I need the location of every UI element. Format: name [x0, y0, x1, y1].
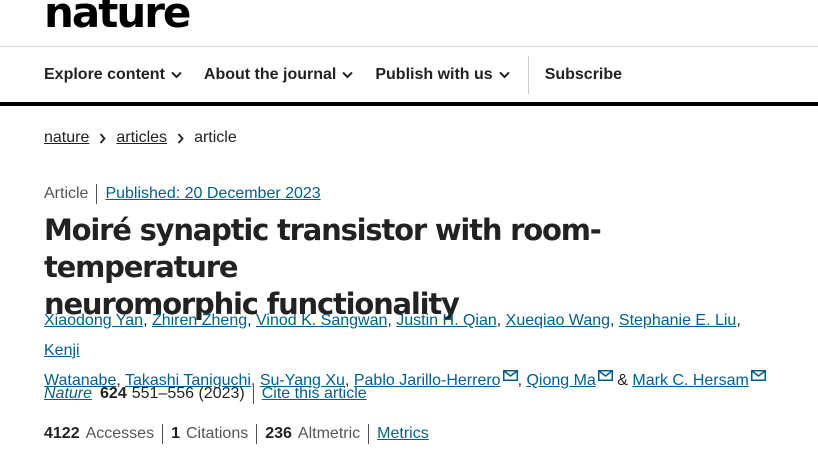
breadcrumb: nature articles article [44, 129, 237, 147]
altmetric-label: Altmetric [297, 425, 361, 442]
cite-this-article-link[interactable]: Cite this article [262, 385, 367, 403]
author-link[interactable]: Justin H. Qian [396, 312, 496, 329]
metrics-link[interactable]: Metrics [377, 425, 429, 443]
author-link[interactable]: Stephanie E. Liu [619, 312, 736, 329]
pages-year: 551–556 (2023) [131, 385, 245, 402]
chevron-down-icon [342, 71, 354, 79]
author-link[interactable]: Kenji [44, 342, 80, 359]
envelope-icon[interactable] [750, 370, 766, 381]
ampersand: & [617, 372, 628, 389]
nav-publish-with-us[interactable]: Publish with us [375, 66, 510, 84]
nav-explore-content[interactable]: Explore content [44, 66, 182, 84]
header-divider [0, 46, 818, 47]
meta-divider [252, 384, 254, 404]
nav-about-journal[interactable]: About the journal [203, 66, 354, 84]
citations-label: Citations [185, 425, 249, 442]
citation-line: Nature 624 551–556 (2023) Cite this arti… [44, 384, 367, 404]
article-type: Article [44, 185, 89, 202]
chevron-right-icon [177, 132, 184, 144]
author-link[interactable]: Vinod K. Sangwan [256, 312, 387, 329]
accesses-count: 4122 [44, 425, 80, 442]
envelope-icon[interactable] [597, 370, 613, 381]
meta-divider [96, 184, 98, 204]
metrics-divider [256, 424, 258, 444]
nav-label: About the journal [203, 66, 337, 83]
article-metrics: 4122 Accesses 1 Citations 236 Altmetric … [44, 424, 429, 444]
title-line-1: Moiré synaptic transistor with room-temp… [44, 213, 602, 284]
citations-count: 1 [171, 425, 180, 442]
subscribe-link[interactable]: Subscribe [545, 66, 622, 84]
journal-link[interactable]: Nature [44, 385, 92, 403]
article-meta: Article Published: 20 December 2023 [44, 184, 321, 204]
author-link[interactable]: Mark C. Hersam [632, 372, 748, 389]
chevron-down-icon [171, 71, 182, 79]
altmetric-count: 236 [265, 425, 292, 442]
author-link[interactable]: Zhiren Zheng [152, 312, 247, 329]
author-link[interactable]: Pablo Jarillo-Herrero [354, 372, 501, 389]
nav-label: Explore content [44, 66, 165, 83]
metrics-divider [162, 424, 164, 444]
breadcrumb-nature[interactable]: nature [44, 129, 89, 147]
accesses-label: Accesses [85, 425, 155, 442]
nature-logo[interactable]: nature [44, 0, 191, 34]
metrics-divider [368, 424, 370, 444]
author-link[interactable]: Xiaodong Yan [44, 312, 143, 329]
chevron-down-icon [498, 71, 510, 79]
volume: 624 [100, 385, 127, 402]
chevron-right-icon [99, 132, 107, 144]
nav-separator [527, 56, 529, 94]
header-rule [0, 102, 818, 106]
breadcrumb-current: article [194, 129, 237, 146]
main-nav: Explore content About the journal Publis… [44, 56, 622, 94]
author-link[interactable]: Qiong Ma [526, 372, 595, 389]
author-link[interactable]: Xueqiao Wang [506, 312, 610, 329]
breadcrumb-articles[interactable]: articles [116, 129, 167, 147]
published-date-link[interactable]: Published: 20 December 2023 [105, 185, 320, 203]
author-list: Xiaodong Yan, Zhiren Zheng, Vinod K. San… [44, 306, 774, 396]
envelope-icon[interactable] [502, 370, 518, 381]
nav-label: Publish with us [375, 66, 493, 83]
